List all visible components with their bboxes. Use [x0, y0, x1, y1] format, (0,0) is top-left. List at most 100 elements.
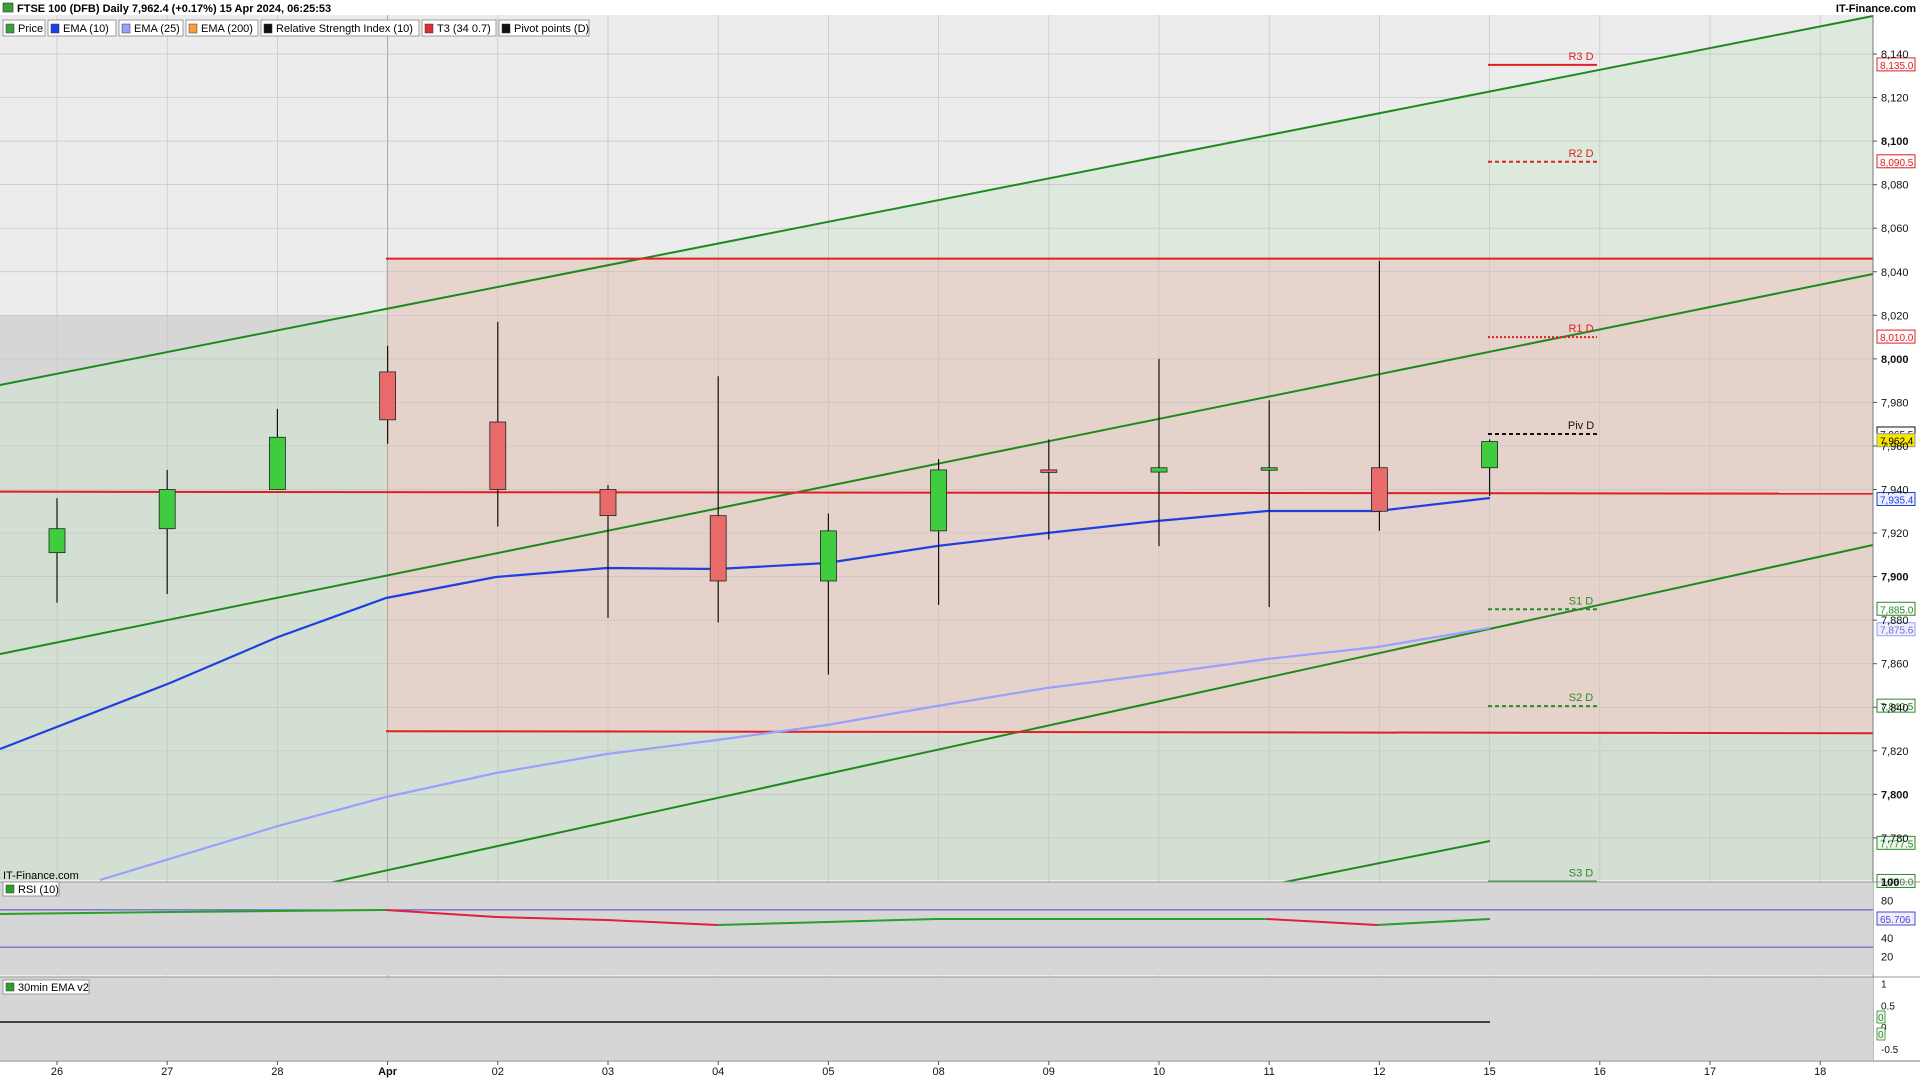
date-tick-label: 16 — [1594, 1066, 1606, 1078]
candle-body — [1150, 467, 1168, 473]
ema30-background — [0, 977, 1873, 1060]
date-tick-label: 03 — [602, 1066, 614, 1078]
pivot-value-label: 8,010.0 — [1880, 333, 1914, 344]
price-tick-label: 7,940 — [1881, 485, 1909, 497]
candle-body — [489, 421, 507, 490]
rsi-title-icon — [5, 884, 15, 894]
date-tick-label: 18 — [1814, 1066, 1826, 1078]
pivot-name: R3 D — [1568, 51, 1593, 63]
price-tick-label: 8,120 — [1881, 93, 1909, 105]
legend-item-label: EMA (25) — [134, 23, 180, 35]
date-tick-label: 10 — [1153, 1066, 1165, 1078]
price-tick-label: 7,800 — [1881, 789, 1909, 801]
date-axis: 26 27 28 Apr 02 03 04 05 08 09 10 11 12 15 16 17 18 — [0, 1060, 1920, 1080]
price-tick-label: 7,860 — [1881, 659, 1909, 671]
ema30-title: 30min EMA v2 — [18, 982, 89, 994]
candle-body — [709, 515, 727, 582]
chart-title: FTSE 100 (DFB) Daily 7,962.4 (+0.17%) 15… — [17, 3, 331, 15]
rsi-tick-label: 20 — [1881, 951, 1893, 963]
date-tick-label: 15 — [1483, 1066, 1495, 1078]
ema30-tick-label: -0.5 — [1881, 1045, 1899, 1056]
price-tick-label: 7,780 — [1881, 833, 1909, 845]
rsi-tick-label: 40 — [1881, 933, 1893, 945]
rsi-value-label: 65.706 — [1880, 915, 1911, 926]
ema30-value-label: 0 — [1878, 1013, 1884, 1024]
rsi-tick-label: 100 — [1881, 877, 1899, 889]
date-axis-background — [0, 1061, 1920, 1080]
rsi-panel: 1008060402065.706RSI (10) — [0, 877, 1920, 975]
pivot-name: R2 D — [1568, 148, 1593, 160]
candle-body — [158, 489, 176, 530]
date-tick-label: 28 — [271, 1066, 283, 1078]
date-tick-label: 12 — [1373, 1066, 1385, 1078]
pivot-name: S2 D — [1569, 692, 1594, 704]
candle-body — [1481, 441, 1498, 469]
legend-item-label: EMA (200) — [201, 23, 253, 35]
chart-canvas: R3 D 8,135.0 R2 D 8,090.5 R1 D 8,010.0 Piv D 7,… — [0, 0, 1920, 1080]
brand-label: IT-Finance.com — [1836, 3, 1916, 15]
rsi-background — [0, 882, 1873, 975]
legend-item-label: T3 (34 0.7) — [437, 23, 491, 35]
legend-item-label: Pivot points (D) — [514, 23, 589, 35]
price-tick-label: 7,960 — [1881, 441, 1909, 453]
price-tick-label: 8,020 — [1881, 310, 1909, 322]
ema25-value-label: 7,875.6 — [1880, 626, 1914, 637]
pivot-name: Piv D — [1568, 420, 1594, 432]
price-tick-label: 7,840 — [1881, 702, 1909, 714]
legend-item-label: Price — [18, 23, 43, 35]
ema10-value-label: 7,935.4 — [1880, 496, 1914, 507]
pivot-name: R1 D — [1568, 323, 1593, 335]
legend-item-icon — [5, 23, 15, 34]
date-tick-label: 09 — [1043, 1066, 1055, 1078]
rsi-segment — [277, 909, 387, 912]
legend-item-icon — [50, 23, 60, 34]
legend: Price EMA (10) EMA (25) EMA (200) Relative S… — [2, 19, 590, 37]
price-tick-label: 8,080 — [1881, 180, 1909, 192]
pivot-name: S1 D — [1569, 595, 1594, 607]
pivot-value-label: 8,090.5 — [1880, 158, 1914, 169]
candle-body — [599, 489, 617, 517]
price-tick-label: 8,000 — [1881, 354, 1909, 366]
candle-body — [930, 469, 947, 532]
legend-item-icon — [121, 23, 131, 34]
rsi-segment — [169, 910, 279, 913]
candle-body — [48, 528, 66, 554]
date-tick-label: 17 — [1704, 1066, 1716, 1078]
candle-body — [1260, 467, 1278, 471]
ema30-tick-label: 1 — [1881, 980, 1887, 991]
candle-body — [820, 530, 837, 582]
legend-item-icon — [501, 23, 511, 34]
price-tick-label: 7,920 — [1881, 528, 1909, 540]
price-tick-label: 8,100 — [1881, 136, 1909, 148]
ema30-panel: 10.50-0.50030min EMA v2 — [0, 976, 1920, 1060]
price-tick-label: 7,900 — [1881, 572, 1909, 584]
candle-body — [268, 436, 286, 490]
price-tick-label: 8,140 — [1881, 49, 1909, 61]
price-tick-label: 8,040 — [1881, 267, 1909, 279]
date-tick-label: Apr — [378, 1066, 398, 1078]
price-tick-label: 7,980 — [1881, 397, 1909, 409]
legend-item-icon — [424, 23, 434, 34]
ema30-title-icon — [5, 982, 15, 992]
header-icon — [2, 2, 14, 13]
legend-item-label: EMA (10) — [63, 23, 109, 35]
candle-body — [1040, 469, 1058, 473]
date-tick-label: 08 — [932, 1066, 944, 1078]
price-tick-label: 8,060 — [1881, 223, 1909, 235]
pivot-value-label: 8,135.0 — [1880, 61, 1914, 72]
date-tick-label: 26 — [51, 1066, 63, 1078]
price-tick-label: 7,820 — [1881, 746, 1909, 758]
date-tick-label: 04 — [712, 1066, 724, 1078]
date-tick-label: 27 — [161, 1066, 173, 1078]
candle-body — [1371, 467, 1388, 512]
watermark: IT-Finance.com — [3, 870, 79, 882]
rsi-tick-label: 80 — [1881, 896, 1893, 908]
price-tick-label: 7,880 — [1881, 615, 1909, 627]
legend-item-label: Relative Strength Index (10) — [276, 23, 413, 35]
date-tick-label: 02 — [492, 1066, 504, 1078]
pivot-name: S3 D — [1569, 867, 1594, 879]
date-tick-label: 11 — [1263, 1066, 1274, 1078]
ema30-value-label: 0 — [1878, 1030, 1884, 1041]
rsi-title: RSI (10) — [18, 884, 59, 896]
date-tick-label: 05 — [822, 1066, 834, 1078]
